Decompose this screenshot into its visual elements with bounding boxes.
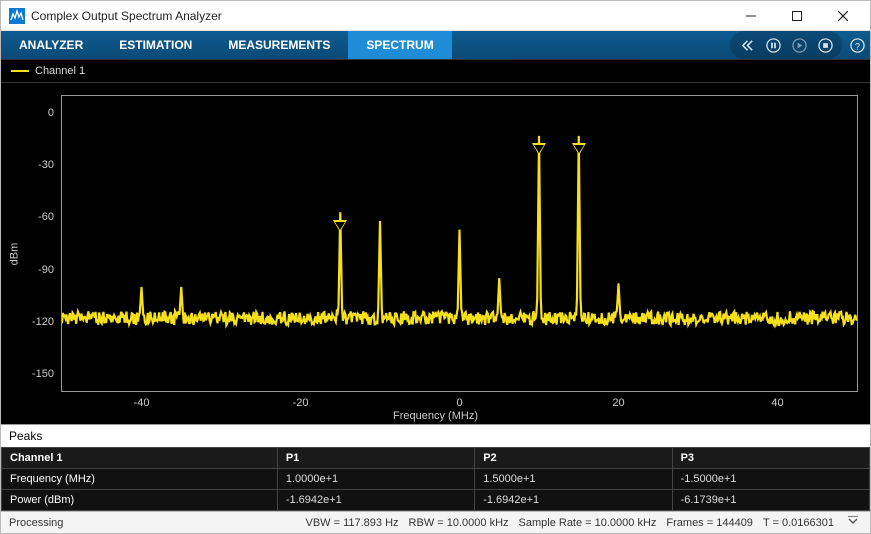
row-label: Power (dBm) [2, 490, 278, 511]
app-window: { "title": "Complex Output Spectrum Anal… [0, 0, 871, 534]
plot-area[interactable]: -40-20020400-30-60-90-120-150 [61, 95, 858, 392]
y-tick: -60 [38, 211, 54, 223]
window-title: Complex Output Spectrum Analyzer [31, 9, 728, 23]
table-row: Frequency (MHz) 1.0000e+1 1.5000e+1 -1.5… [2, 469, 870, 490]
peak-marker[interactable] [532, 143, 546, 155]
status-rbw: RBW = 10.0000 kHz [409, 517, 509, 529]
cell: 1.0000e+1 [277, 469, 474, 490]
playback-controls [730, 31, 842, 59]
status-frames: Frames = 144409 [666, 517, 753, 529]
tab-estimation[interactable]: ESTIMATION [101, 31, 210, 59]
channel1-label: Channel 1 [35, 65, 85, 77]
channel1-swatch [11, 70, 29, 72]
cell: -1.6942e+1 [277, 490, 474, 511]
status-dropdown-icon[interactable] [844, 516, 862, 529]
cell: -1.5000e+1 [672, 469, 869, 490]
maximize-button[interactable] [774, 1, 820, 31]
y-tick: -30 [38, 159, 54, 171]
pause-button[interactable] [760, 38, 786, 53]
status-processing: Processing [9, 517, 63, 529]
play-button[interactable] [786, 38, 812, 53]
peak-marker[interactable] [333, 220, 347, 232]
titlebar: Complex Output Spectrum Analyzer [1, 1, 870, 31]
y-tick: -120 [32, 316, 54, 328]
peaks-col-p1: P1 [277, 448, 474, 469]
toolstrip: ANALYZER ESTIMATION MEASUREMENTS SPECTRU… [1, 31, 870, 59]
cell: 1.5000e+1 [475, 469, 672, 490]
x-tick: 20 [612, 397, 624, 409]
help-button[interactable]: ? [844, 31, 870, 59]
peaks-table: Channel 1 P1 P2 P3 Frequency (MHz) 1.000… [1, 447, 870, 511]
peak-marker[interactable] [572, 143, 586, 155]
peaks-col-p3: P3 [672, 448, 869, 469]
svg-text:?: ? [854, 41, 859, 51]
minimize-button[interactable] [728, 1, 774, 31]
status-t: T = 0.0166301 [763, 517, 834, 529]
cell: -1.6942e+1 [475, 490, 672, 511]
stop-button[interactable] [812, 38, 838, 53]
status-sample-rate: Sample Rate = 10.0000 kHz [519, 517, 657, 529]
peaks-col-channel: Channel 1 [2, 448, 278, 469]
tab-analyzer[interactable]: ANALYZER [1, 31, 101, 59]
statusbar: Processing VBW = 117.893 Hz RBW = 10.000… [1, 511, 870, 533]
x-tick: 40 [771, 397, 783, 409]
y-tick: -150 [32, 368, 54, 380]
y-tick: -90 [38, 264, 54, 276]
x-tick: -40 [134, 397, 150, 409]
cell: -6.1739e+1 [672, 490, 869, 511]
rewind-button[interactable] [734, 38, 760, 53]
x-axis-label: Frequency (MHz) [393, 410, 478, 422]
peaks-title: Peaks [1, 425, 870, 447]
legend-bar: Channel 1 [1, 59, 870, 83]
table-row: Power (dBm) -1.6942e+1 -1.6942e+1 -6.173… [2, 490, 870, 511]
y-axis-label: dBm [8, 242, 20, 265]
row-label: Frequency (MHz) [2, 469, 278, 490]
close-button[interactable] [820, 1, 866, 31]
peaks-col-p2: P2 [475, 448, 672, 469]
peaks-header-row: Channel 1 P1 P2 P3 [2, 448, 870, 469]
peaks-section: Peaks Channel 1 P1 P2 P3 Frequency (MHz)… [1, 424, 870, 511]
status-vbw: VBW = 117.893 Hz [306, 517, 399, 529]
tab-measurements[interactable]: MEASUREMENTS [210, 31, 348, 59]
y-tick: 0 [48, 107, 54, 119]
tab-spectrum[interactable]: SPECTRUM [348, 31, 451, 59]
x-tick: 0 [456, 397, 462, 409]
x-tick: -20 [293, 397, 309, 409]
app-icon [9, 8, 25, 24]
spectrum-plot[interactable]: dBm -40-20020400-30-60-90-120-150 Freque… [1, 83, 870, 424]
